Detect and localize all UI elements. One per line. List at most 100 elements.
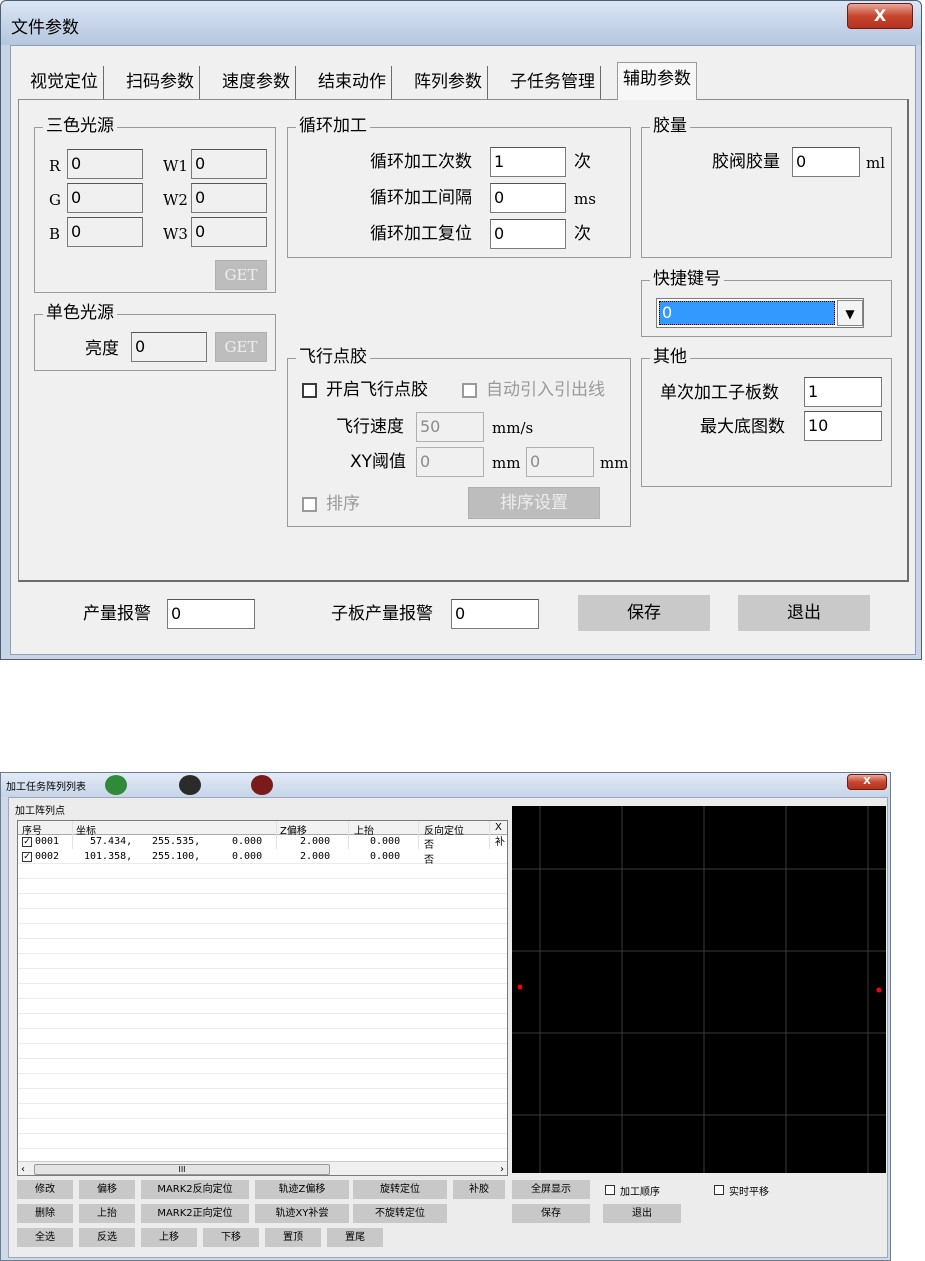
- array-point-1[interactable]: [517, 984, 523, 990]
- track-xy-comp-button[interactable]: 轨迹XY补尝: [255, 1204, 349, 1223]
- offset-button[interactable]: 偏移: [79, 1180, 135, 1199]
- glue-group: 胶量 胶阀胶量 0 ml: [641, 116, 892, 258]
- refill-glue-button[interactable]: 补胶: [453, 1180, 505, 1199]
- yield-alarm-field[interactable]: 0: [167, 599, 255, 629]
- window-title: 加工任务阵列列表: [6, 782, 86, 793]
- client-area: 视觉定位 扫码参数 速度参数 结束动作 阵列参数 子任务管理 三色光源 R 0 …: [10, 45, 916, 655]
- green-light-icon: [105, 775, 127, 795]
- loop-interval-label: 循环加工间隔: [370, 188, 472, 208]
- sort-checkbox[interactable]: [302, 497, 317, 512]
- loop-reset-field[interactable]: 0: [490, 219, 566, 249]
- g-field[interactable]: 0: [67, 183, 143, 213]
- realtime-pan-checkbox[interactable]: [714, 1185, 724, 1195]
- row-id: 0002: [35, 851, 60, 862]
- sub-board-count-label: 单次加工子板数: [660, 383, 779, 403]
- fly-speed-field[interactable]: 50: [416, 412, 484, 442]
- w2-field[interactable]: 0: [191, 183, 267, 213]
- sub-yield-alarm-label: 子板产量报警: [331, 604, 433, 624]
- sub-yield-alarm-field[interactable]: 0: [451, 599, 539, 629]
- tab-end-action[interactable]: 结束动作: [313, 66, 392, 99]
- fullscreen-button[interactable]: 全屏显示: [512, 1180, 590, 1199]
- brightness-field[interactable]: 0: [131, 332, 207, 362]
- w1-field[interactable]: 0: [191, 149, 267, 179]
- delete-button[interactable]: 删除: [17, 1204, 73, 1223]
- row-checkbox[interactable]: ✓: [22, 837, 32, 847]
- mark2-forward-button[interactable]: MARK2正向定位: [141, 1204, 249, 1223]
- exit-button[interactable]: 退出: [603, 1204, 681, 1223]
- table-row[interactable]: ✓ 0001 57.434, 255.535, 0.000 2.000 0.00…: [18, 835, 507, 851]
- process-order-checkbox[interactable]: [605, 1185, 615, 1195]
- y-threshold-unit: mm: [600, 454, 629, 472]
- tab-visual[interactable]: 视觉定位: [25, 66, 104, 99]
- move-down-button[interactable]: 下移: [203, 1228, 259, 1247]
- close-button[interactable]: X: [847, 774, 887, 790]
- tab-array[interactable]: 阵列参数: [409, 66, 488, 99]
- sub-board-count-field[interactable]: 1: [804, 377, 882, 407]
- close-button[interactable]: X: [847, 3, 913, 29]
- loop-interval-unit: ms: [574, 190, 596, 208]
- max-image-field[interactable]: 10: [804, 411, 882, 441]
- tab-speed[interactable]: 速度参数: [217, 66, 296, 99]
- lift-button[interactable]: 上抬: [79, 1204, 135, 1223]
- fly-enable-checkbox[interactable]: [302, 383, 317, 398]
- y-threshold-field[interactable]: 0: [526, 447, 594, 477]
- table-row[interactable]: ✓ 0002 101.358, 255.100, 0.000 2.000 0.0…: [18, 850, 507, 866]
- sort-settings-button[interactable]: 排序设置: [468, 487, 600, 519]
- row-x: 57.434,: [90, 836, 133, 847]
- tab-subtask[interactable]: 子任务管理: [505, 66, 601, 99]
- array-point-list[interactable]: 序号 坐标 Z偏移 上抬 反向定位 X补 ✓ 0001 57.434, 255.…: [17, 820, 508, 1176]
- loop-reset-label: 循环加工复位: [370, 224, 472, 244]
- mark2-reverse-button[interactable]: MARK2反向定位: [141, 1180, 249, 1199]
- track-z-offset-button[interactable]: 轨迹Z偏移: [255, 1180, 349, 1199]
- auto-line-label: 自动引入引出线: [486, 380, 605, 400]
- modify-button[interactable]: 修改: [17, 1180, 73, 1199]
- fly-speed-label: 飞行速度: [336, 417, 404, 437]
- hotkey-select[interactable]: 0 ▼: [656, 298, 864, 328]
- fly-glue-group: 飞行点胶 开启飞行点胶 自动引入引出线 飞行速度 50 mm/s XY阈值 0 …: [287, 347, 631, 527]
- mono-light-group: 单色光源 亮度 0 GET: [34, 303, 276, 371]
- row-checkbox[interactable]: ✓: [22, 852, 32, 862]
- auto-line-checkbox[interactable]: [462, 383, 477, 398]
- loop-count-field[interactable]: 1: [490, 147, 566, 177]
- title-bar[interactable]: 加工任务阵列列表: [1, 773, 890, 797]
- move-top-button[interactable]: 置顶: [265, 1228, 321, 1247]
- scroll-thumb[interactable]: III: [34, 1164, 330, 1175]
- row-x: 101.358,: [84, 851, 133, 862]
- move-bottom-button[interactable]: 置尾: [327, 1228, 383, 1247]
- exit-button[interactable]: 退出: [738, 595, 870, 631]
- save-button[interactable]: 保存: [578, 595, 710, 631]
- loop-interval-field[interactable]: 0: [490, 183, 566, 213]
- loop-reset-unit: 次: [574, 224, 591, 244]
- row-reverse: 否: [424, 840, 434, 851]
- fly-enable-label: 开启飞行点胶: [326, 380, 428, 400]
- no-rotate-button[interactable]: 不旋转定位: [353, 1204, 447, 1223]
- row-lift: 0.000: [370, 836, 401, 847]
- chevron-down-icon[interactable]: ▼: [837, 300, 863, 326]
- select-all-button[interactable]: 全选: [17, 1228, 73, 1247]
- client-area: 加工阵列点 序号 坐标 Z偏移 上抬 反向定位 X补 ✓ 0001 57.434…: [8, 797, 888, 1258]
- mono-get-button[interactable]: GET: [215, 332, 267, 362]
- scroll-right-icon[interactable]: ›: [500, 1164, 504, 1175]
- move-up-button[interactable]: 上移: [141, 1228, 197, 1247]
- r-field[interactable]: 0: [67, 149, 143, 179]
- tri-get-button[interactable]: GET: [215, 260, 267, 290]
- preview-canvas[interactable]: [512, 806, 886, 1173]
- scroll-left-icon[interactable]: ‹: [21, 1164, 25, 1175]
- red-light-icon: [251, 775, 273, 795]
- b-field[interactable]: 0: [67, 217, 143, 247]
- rotate-position-button[interactable]: 旋转定位: [353, 1180, 447, 1199]
- tri-light-group: 三色光源 R 0 G 0 B 0 W1 0 W2 0 W3 0 GET: [34, 116, 276, 293]
- tab-scan[interactable]: 扫码参数: [121, 66, 200, 99]
- r-label: R: [49, 157, 61, 175]
- save-button[interactable]: 保存: [512, 1204, 590, 1223]
- row-y: 255.535,: [152, 836, 201, 847]
- title-bar[interactable]: 文件参数: [1, 1, 921, 45]
- x-threshold-field[interactable]: 0: [416, 447, 484, 477]
- array-point-2[interactable]: [876, 987, 882, 993]
- brightness-label: 亮度: [85, 339, 119, 359]
- horizontal-scrollbar[interactable]: ‹ III ›: [18, 1161, 507, 1175]
- invert-select-button[interactable]: 反选: [79, 1228, 135, 1247]
- tab-auxiliary[interactable]: 辅助参数: [617, 62, 697, 100]
- glue-field[interactable]: 0: [792, 147, 860, 177]
- w3-field[interactable]: 0: [191, 217, 267, 247]
